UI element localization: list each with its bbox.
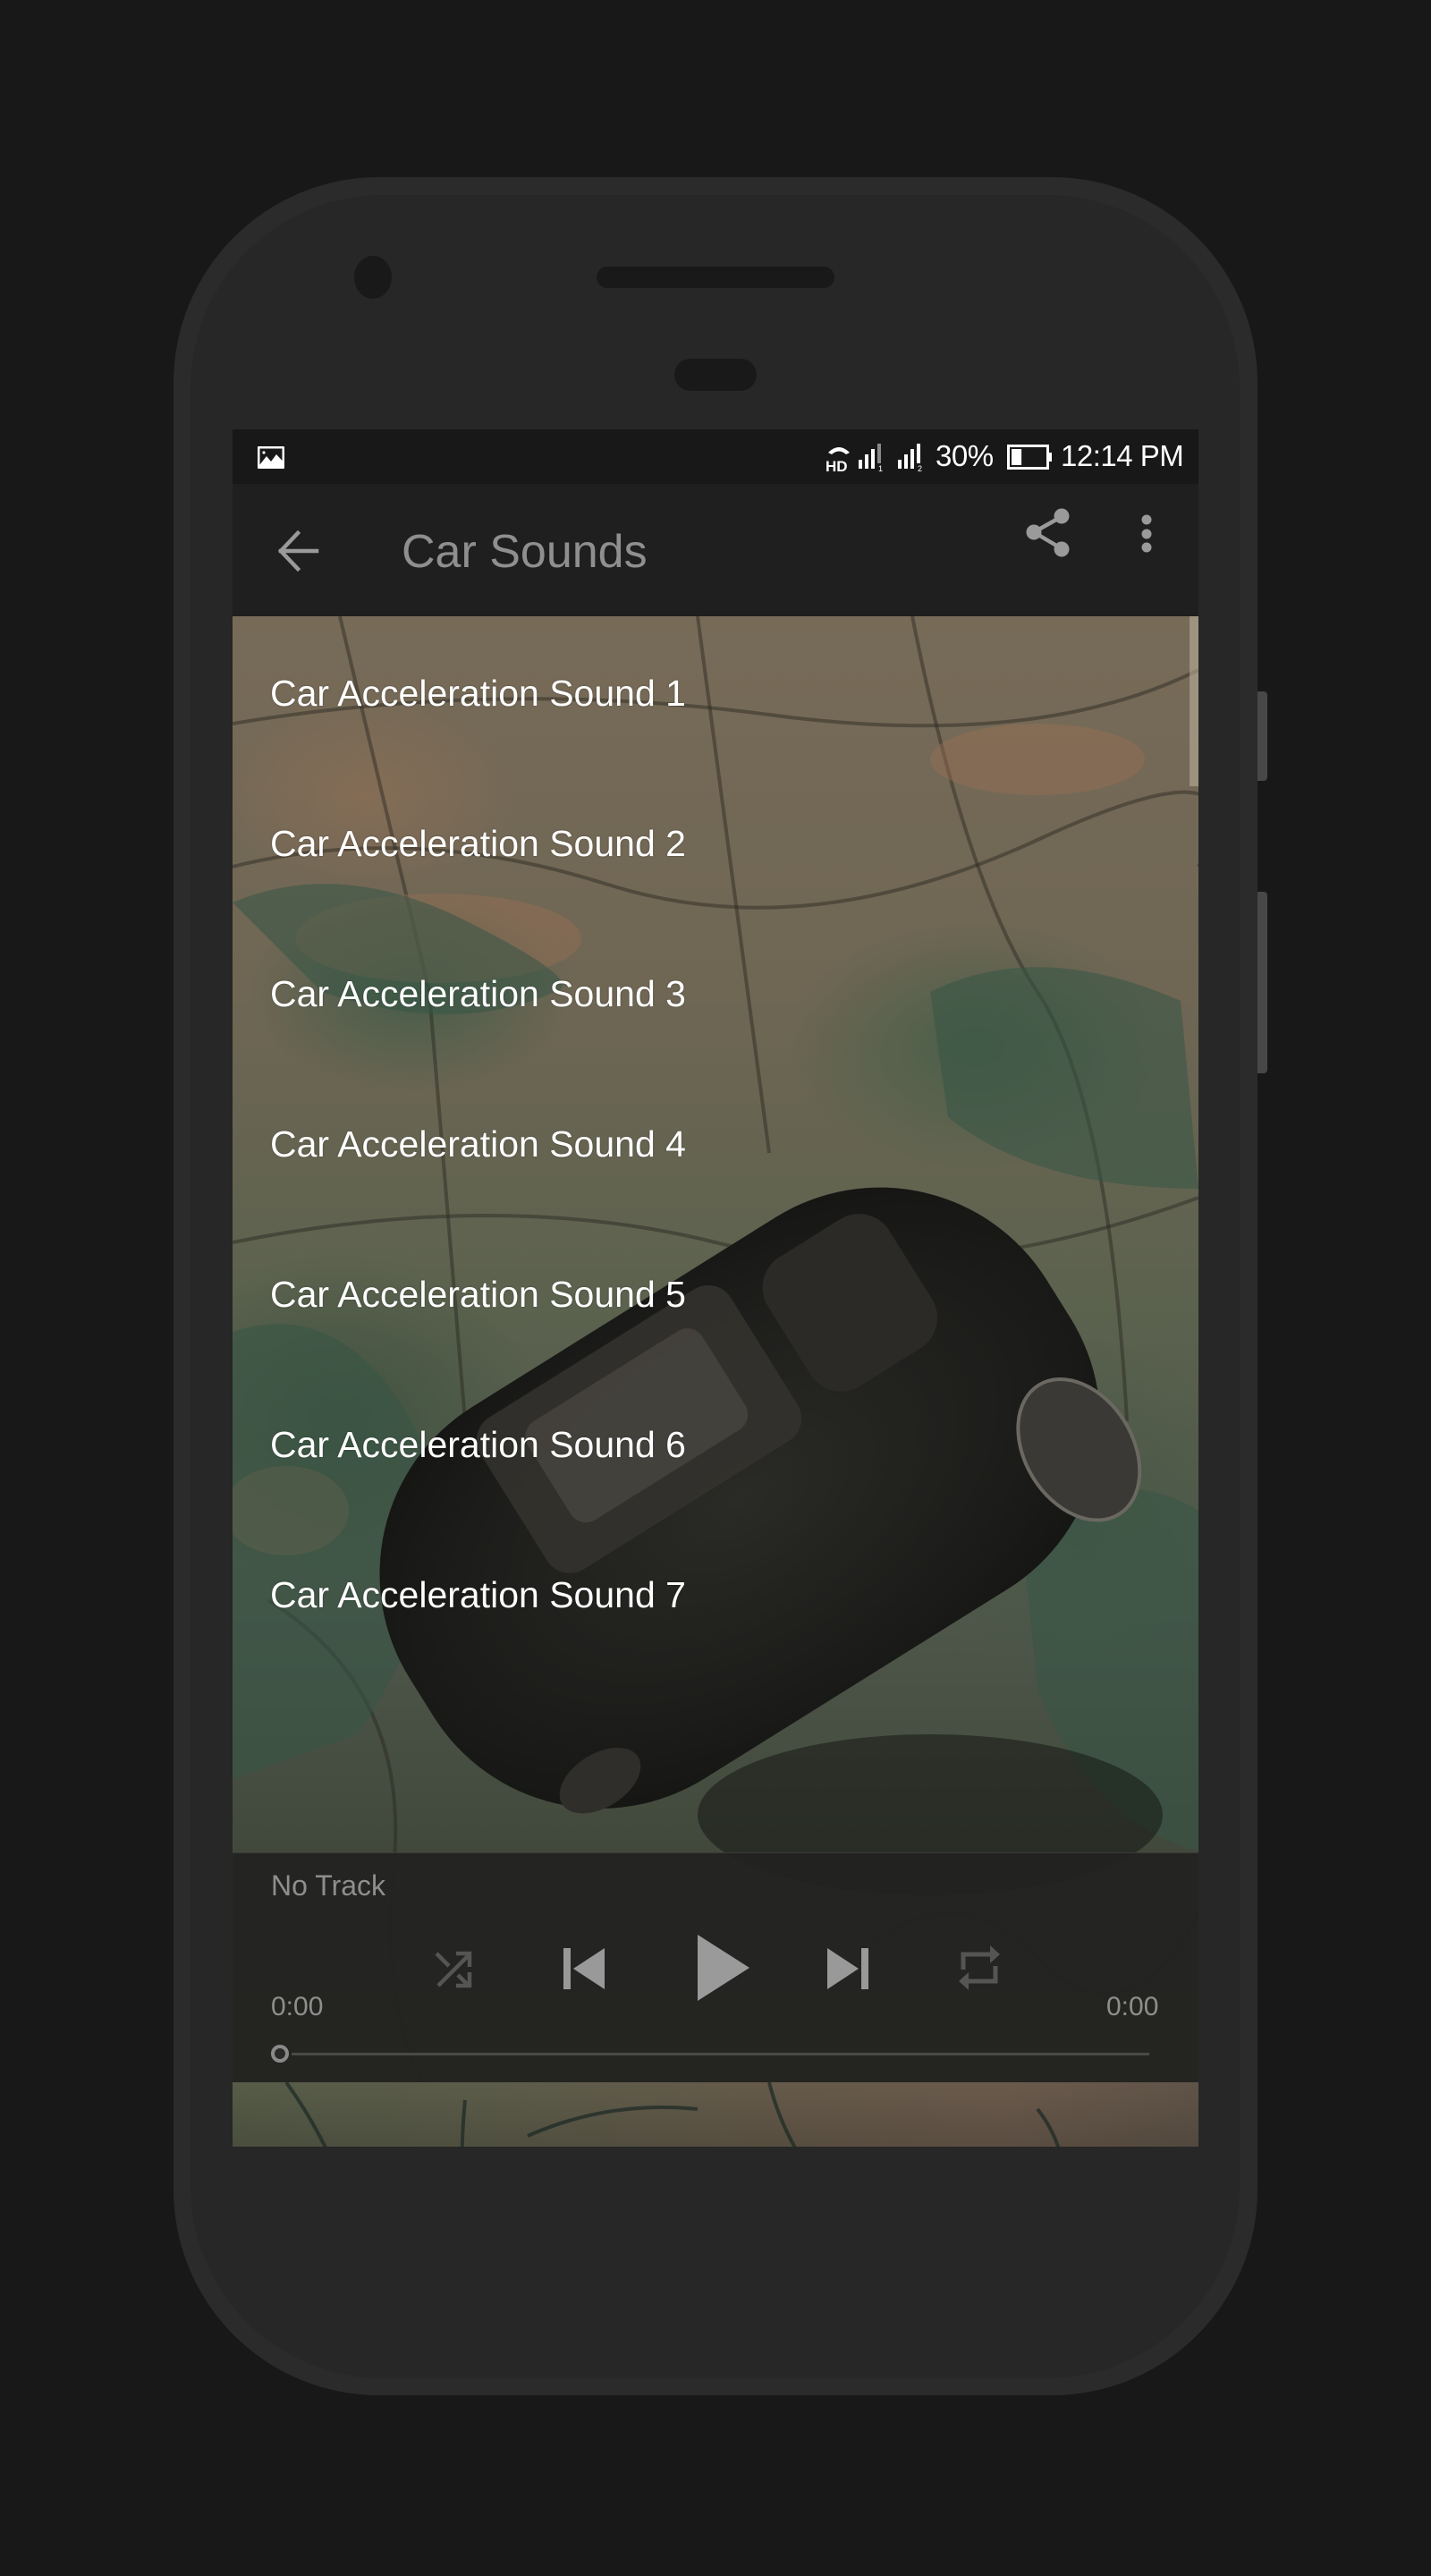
- sound-item-label: Car Acceleration Sound 2: [270, 823, 686, 864]
- share-button[interactable]: [1016, 502, 1073, 566]
- play-button[interactable]: [697, 1934, 750, 2002]
- seek-bar[interactable]: [292, 2053, 1149, 2055]
- share-icon: [1026, 508, 1070, 557]
- phone-screen: HD 1 2 30% 12:14 PM Car Sounds Car Accel…: [233, 429, 1198, 2147]
- hd-voice-icon: HD: [826, 447, 850, 474]
- sound-item-label: Car Acceleration Sound 5: [270, 1274, 686, 1315]
- signal-sim2-icon: 2: [898, 444, 922, 472]
- list-item[interactable]: Car Acceleration Sound 3: [233, 924, 1181, 1074]
- list-item[interactable]: Car Acceleration Sound 5: [233, 1224, 1181, 1375]
- map-detail: [284, 2082, 1061, 2147]
- current-track-name: No Track: [271, 1869, 386, 1902]
- media-player-panel: No Track 0:00 0:00: [233, 1852, 1198, 2083]
- image-icon: [258, 446, 284, 469]
- list-item[interactable]: Car Acceleration Sound 4: [233, 1074, 1181, 1224]
- signal-sim1-icon: 1: [859, 444, 883, 472]
- previous-button[interactable]: [562, 1946, 606, 1991]
- map-background-bottom: [233, 2082, 1198, 2147]
- shuffle-button[interactable]: [433, 1948, 474, 1989]
- sound-item-label: Car Acceleration Sound 4: [270, 1123, 686, 1165]
- more-options-button[interactable]: [1129, 502, 1164, 566]
- skip-previous-icon: [563, 1948, 605, 1989]
- clock: 12:14 PM: [1061, 439, 1184, 472]
- list-scrollbar[interactable]: [1190, 616, 1198, 786]
- sound-list-container: Car Acceleration Sound 1 Car Acceleratio…: [233, 616, 1198, 2147]
- hd-label: HD: [826, 458, 848, 474]
- arrow-back-icon: [277, 530, 319, 572]
- sound-item-label: Car Acceleration Sound 6: [270, 1424, 686, 1465]
- back-button[interactable]: [277, 530, 320, 572]
- skip-next-icon: [827, 1948, 868, 1989]
- play-icon: [698, 1935, 749, 2001]
- front-camera: [354, 256, 392, 299]
- sim2-label: 2: [918, 464, 922, 472]
- page-title: Car Sounds: [402, 526, 648, 578]
- total-duration: 0:00: [1106, 1992, 1159, 2021]
- elapsed-time: 0:00: [271, 1992, 324, 2021]
- seek-thumb[interactable]: [271, 2045, 289, 2063]
- sound-item-label: Car Acceleration Sound 3: [270, 973, 686, 1014]
- list-item[interactable]: Car Acceleration Sound 2: [233, 774, 1181, 924]
- more-vert-icon: [1141, 514, 1152, 553]
- sound-item-label: Car Acceleration Sound 1: [270, 673, 686, 714]
- proximity-sensor: [674, 359, 757, 391]
- sim1-label: 1: [878, 464, 883, 472]
- app-toolbar: Car Sounds: [233, 484, 1198, 616]
- list-item[interactable]: Car Acceleration Sound 1: [233, 623, 1181, 774]
- sound-item-label: Car Acceleration Sound 7: [270, 1574, 686, 1615]
- earpiece-speaker: [597, 267, 834, 288]
- shuffle-icon: [435, 1951, 472, 1988]
- list-item[interactable]: Car Acceleration Sound 6: [233, 1375, 1181, 1525]
- status-bar: HD 1 2 30% 12:14 PM: [233, 429, 1198, 484]
- battery-icon: [1007, 445, 1052, 470]
- volume-button: [1257, 892, 1267, 1073]
- list-item[interactable]: Car Acceleration Sound 7: [233, 1525, 1181, 1675]
- battery-percent: 30%: [936, 439, 994, 472]
- power-button: [1257, 691, 1267, 781]
- battery-level-fill: [1012, 449, 1022, 465]
- next-button[interactable]: [826, 1946, 870, 1991]
- repeat-button[interactable]: [958, 1943, 1001, 1993]
